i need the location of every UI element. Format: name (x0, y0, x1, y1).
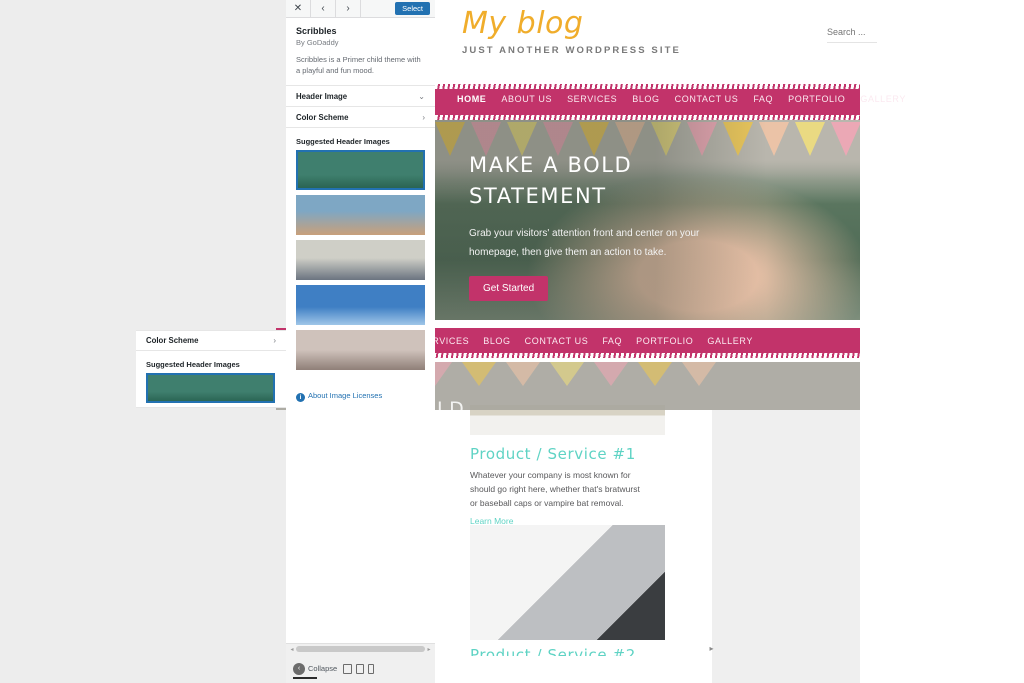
site-tagline: JUST ANOTHER WORDPRESS SITE (462, 45, 681, 56)
sidebar-horizontal-scrollbar[interactable]: ◂ ▸ (286, 643, 435, 654)
suggested-header-images-title: Suggested Header Images (296, 137, 390, 146)
scrollbar-thumb[interactable] (296, 646, 425, 652)
hero-section: MAKE A BOLD STATEMENT Grab your visitors… (435, 120, 860, 320)
ghost-nav-item-faq[interactable]: FAQ (602, 336, 622, 346)
ghost-sidebar-panel: Color Scheme › Suggested Header Images (136, 330, 286, 408)
header-image-thumb-5[interactable] (296, 330, 425, 370)
chevron-right-icon: › (273, 336, 276, 345)
header-image-thumb-4[interactable] (296, 285, 425, 325)
theme-name: Scribbles (296, 26, 337, 36)
site-header: My blog JUST ANOTHER WORDPRESS SITE (435, 0, 712, 84)
theme-description: Scribbles is a Primer child theme with a… (296, 55, 421, 75)
nav-item-blog[interactable]: BLOG (632, 94, 659, 104)
desktop-icon[interactable] (343, 663, 353, 674)
nav-item-contact-us[interactable]: CONTACT US (675, 94, 739, 104)
device-preview-switcher (343, 663, 375, 674)
site-nav-items: HOME ABOUT US SERVICES BLOG CONTACT US F… (457, 94, 906, 104)
customizer-screen: My blog JUST ANOTHER WORDPRESS SITE HOME… (0, 0, 1024, 683)
chevron-right-icon: › (422, 112, 425, 122)
nav-item-services[interactable]: SERVICES (567, 94, 617, 104)
ghost-suggested-images-title: Suggested Header Images (146, 360, 240, 369)
header-image-thumb-2[interactable] (296, 195, 425, 235)
accordion-header-image[interactable]: Header Image ⌄ (286, 86, 435, 107)
site-nav-bar: HOME ABOUT US SERVICES BLOG CONTACT US F… (435, 84, 905, 120)
ghost-accordion-label: Color Scheme (146, 336, 199, 345)
ghost-nav-item-blog[interactable]: BLOG (483, 336, 510, 346)
chevron-right-icon[interactable]: › (336, 0, 361, 18)
ghost-nav-item-portfolio[interactable]: PORTFOLIO (636, 336, 693, 346)
accordion-color-scheme-label: Color Scheme (296, 112, 349, 122)
hero-title-line2: STATEMENT (469, 184, 607, 208)
site-logo[interactable]: My blog (462, 6, 583, 41)
ghost-nav-item-gallery[interactable]: GALLERY (707, 336, 753, 346)
nav-item-portfolio[interactable]: PORTFOLIO (788, 94, 845, 104)
nav-item-about-us[interactable]: ABOUT US (501, 94, 552, 104)
active-device-indicator (293, 677, 317, 679)
close-icon[interactable]: ✕ (286, 0, 311, 18)
about-image-licenses-link[interactable]: About Image Licenses (308, 391, 382, 400)
ghost-header-image-thumb[interactable] (146, 373, 275, 403)
hero-content: MAKE A BOLD STATEMENT Grab your visitors… (469, 150, 734, 301)
select-button[interactable]: Select (395, 2, 430, 15)
info-icon: i (296, 393, 305, 402)
theme-info-card: Scribbles By GoDaddy Scribbles is a Prim… (286, 18, 435, 86)
nav-item-home[interactable]: HOME (457, 94, 486, 104)
preview-empty-area (712, 410, 860, 683)
product-title-1: Product / Service #1 (470, 445, 636, 463)
preview-scroll-down-arrow[interactable]: ▸ (706, 643, 717, 654)
search-input[interactable] (827, 27, 877, 37)
customizer-toolbar: ✕ ‹ › Select (286, 0, 435, 18)
page-backdrop-left (0, 0, 136, 683)
chevron-down-icon: ⌄ (418, 91, 425, 101)
theme-author: By GoDaddy (296, 38, 339, 47)
get-started-button[interactable]: Get Started (469, 276, 549, 301)
nav-item-faq[interactable]: FAQ (753, 94, 773, 104)
product-image-2 (470, 525, 665, 640)
hero-subtitle: Grab your visitors' attention front and … (469, 228, 700, 258)
customizer-sidebar: ✕ ‹ › Select Scribbles By GoDaddy Scribb… (286, 0, 435, 683)
collapse-button[interactable]: ‹ Collapse (293, 662, 338, 675)
ghost-nav-item-contact-us[interactable]: CONTACT US (525, 336, 589, 346)
product-body-1: Whatever your company is most known for … (470, 470, 640, 508)
suggested-header-images-list (286, 150, 435, 370)
customizer-footer: ‹ Collapse (286, 654, 435, 683)
product-title-2: Product / Service #2 (470, 646, 636, 656)
image-license-row: i About Image Licenses (286, 375, 435, 413)
scroll-right-arrow-icon[interactable]: ▸ (425, 646, 433, 653)
header-image-thumb-1[interactable] (296, 150, 425, 190)
accordion-header-image-label: Header Image (296, 91, 348, 101)
header-image-thumb-3[interactable] (296, 240, 425, 280)
chevron-left-icon[interactable]: ‹ (311, 0, 336, 18)
mobile-icon[interactable] (368, 663, 375, 674)
ghost-accordion-color-scheme[interactable]: Color Scheme › (136, 330, 286, 351)
tablet-icon[interactable] (356, 663, 365, 674)
nav-stitch-top-decoration (435, 84, 860, 89)
hero-title-line1: MAKE A BOLD (469, 153, 633, 177)
search-field[interactable] (827, 22, 877, 43)
collapse-label: Collapse (308, 664, 338, 673)
nav-item-gallery[interactable]: GALLERY (860, 94, 906, 104)
collapse-arrow-icon: ‹ (293, 662, 305, 675)
scroll-left-arrow-icon[interactable]: ◂ (288, 646, 296, 653)
accordion-color-scheme[interactable]: Color Scheme › (286, 107, 435, 128)
